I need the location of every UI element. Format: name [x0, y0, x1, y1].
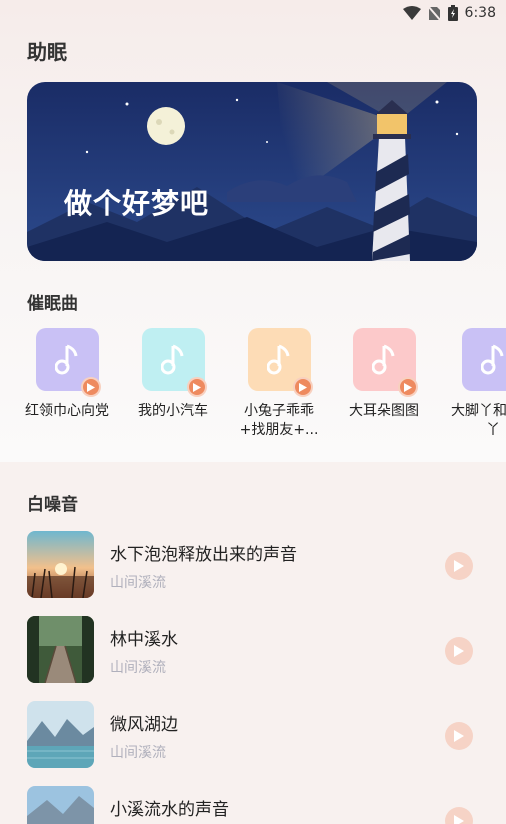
- track-title: 水下泡泡释放出来的声音: [110, 545, 297, 565]
- track-thumbnail: [27, 616, 94, 683]
- play-button[interactable]: [445, 807, 473, 824]
- white-noise-section-title: 白噪音: [27, 495, 78, 515]
- lullaby-label: 小兔子乖乖+找朋友+...: [239, 403, 319, 438]
- status-bar: 6:38: [0, 0, 506, 26]
- noise-track-item[interactable]: 水下泡泡释放出来的声音 山间溪流: [27, 531, 487, 601]
- lullaby-tile: [141, 328, 207, 397]
- wifi-icon: [402, 6, 421, 20]
- lullaby-item[interactable]: 我的小汽车: [125, 328, 221, 421]
- play-icon[interactable]: [292, 377, 313, 397]
- play-icon[interactable]: [80, 377, 101, 397]
- play-icon: [454, 730, 464, 742]
- no-sim-icon: [427, 5, 441, 21]
- play-icon[interactable]: [186, 377, 207, 397]
- lullaby-item[interactable]: 红领巾心向党: [19, 328, 115, 421]
- lullaby-label: 大耳朵图图: [349, 403, 419, 419]
- track-title: 林中溪水: [110, 630, 178, 650]
- track-title: 小溪流水的声音: [110, 800, 229, 820]
- track-thumbnail: [27, 531, 94, 598]
- music-note-icon: [161, 344, 184, 374]
- lighthouse-night-illustration: [27, 82, 477, 261]
- play-icon: [454, 645, 464, 657]
- lullaby-carousel[interactable]: 红领巾心向党 我的小汽车 小兔子乖乖+找朋友+... 大耳朵图图 大脚丫和小脚丫: [0, 328, 506, 453]
- noise-track-item[interactable]: 小溪流水的声音: [27, 786, 487, 824]
- track-subtitle: 山间溪流: [110, 660, 166, 676]
- battery-icon: [447, 5, 458, 21]
- noise-track-item[interactable]: 林中溪水 山间溪流: [27, 616, 487, 686]
- play-button[interactable]: [445, 552, 473, 580]
- lullaby-tile: [35, 328, 101, 397]
- lullaby-section-title: 催眠曲: [27, 294, 78, 314]
- play-button[interactable]: [445, 637, 473, 665]
- lullaby-label: 红领巾心向党: [25, 403, 109, 419]
- lullaby-item[interactable]: 大耳朵图图: [336, 328, 432, 421]
- music-note-icon: [372, 344, 395, 374]
- track-thumbnail: [27, 701, 94, 768]
- lullaby-tile: [247, 328, 313, 397]
- sleep-banner[interactable]: 做个好梦吧: [27, 82, 477, 261]
- page-title: 助眠: [27, 40, 67, 64]
- music-note-icon: [481, 344, 504, 374]
- lullaby-tile: [461, 328, 506, 391]
- lullaby-label: 我的小汽车: [138, 403, 208, 419]
- track-subtitle: 山间溪流: [110, 575, 166, 591]
- music-note-icon: [267, 344, 290, 374]
- noise-track-item[interactable]: 微风湖边 山间溪流: [27, 701, 487, 771]
- lullaby-item[interactable]: 小兔子乖乖+找朋友+...: [231, 328, 327, 440]
- track-subtitle: 山间溪流: [110, 745, 166, 761]
- track-title: 微风湖边: [110, 715, 178, 735]
- lullaby-tile: [352, 328, 418, 397]
- music-note-icon: [55, 344, 78, 374]
- lullaby-item[interactable]: 大脚丫和小脚丫: [445, 328, 506, 440]
- play-button[interactable]: [445, 722, 473, 750]
- play-icon: [454, 560, 464, 572]
- play-icon[interactable]: [397, 377, 418, 397]
- lullaby-label: 大脚丫和小脚丫: [451, 403, 506, 438]
- track-thumbnail: [27, 786, 94, 824]
- clock-time: 6:38: [464, 5, 496, 21]
- play-icon: [454, 815, 464, 824]
- banner-text: 做个好梦吧: [64, 187, 210, 220]
